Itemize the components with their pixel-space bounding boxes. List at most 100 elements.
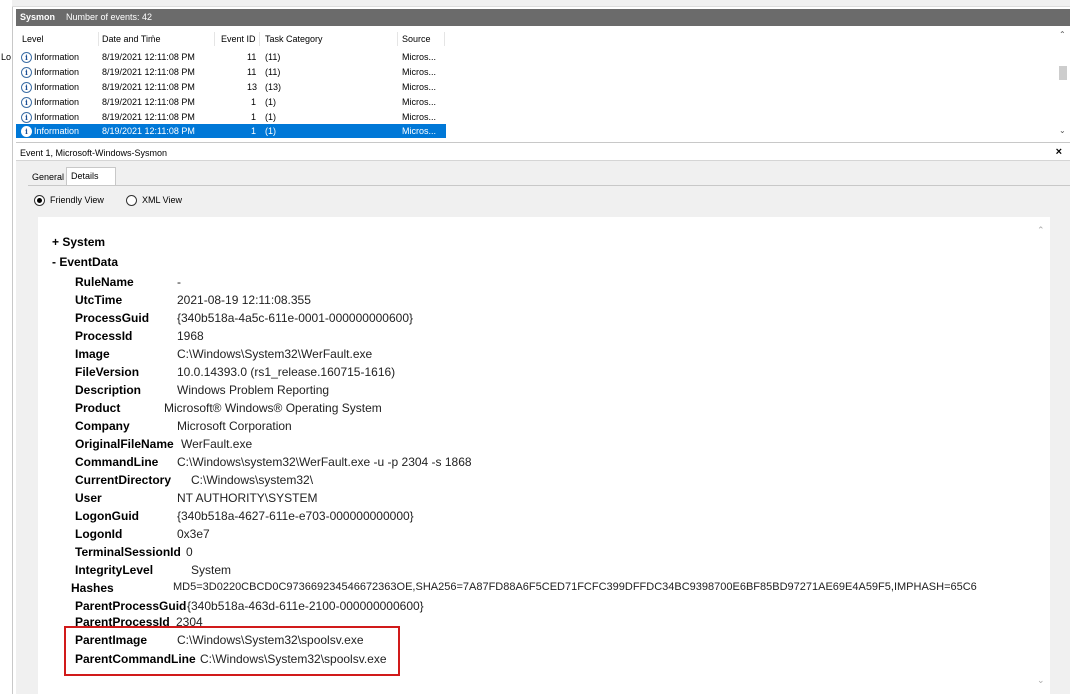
left-navigation-strip: Lo — [0, 0, 13, 694]
field-value: Windows Problem Reporting — [177, 383, 330, 397]
field-name: CurrentDirectory — [75, 473, 172, 487]
event-details-content: + System - EventData RuleName - UtcTime … — [38, 217, 1050, 694]
radio-selected-icon — [34, 195, 45, 207]
field-value: {340b518a-463d-611e-2100-000000000600} — [187, 599, 424, 613]
tab-divider — [28, 185, 1070, 186]
field-value: C:\Windows\system32\WerFault.exe -u -p 2… — [177, 455, 472, 469]
event-task: (1) — [265, 97, 276, 107]
field-value: Microsoft® Windows® Operating System — [164, 401, 382, 415]
field-value: C:\Windows\System32\WerFault.exe — [177, 347, 373, 361]
field-name: Description — [75, 383, 142, 397]
details-scrollbar[interactable]: ⌃ ⌄ — [1034, 217, 1050, 694]
column-separator[interactable] — [98, 32, 99, 46]
event-task: (1) — [265, 112, 276, 122]
parent-process-highlight-box — [64, 626, 400, 676]
event-id: 1 — [251, 112, 257, 122]
field-name: FileVersion — [75, 365, 140, 379]
xml-view-label: XML View — [142, 195, 183, 205]
detail-title: Event 1, Microsoft-Windows-Sysmon — [20, 148, 168, 158]
field-value: 2021-08-19 12:11:08.355 — [177, 293, 311, 307]
column-event-id[interactable]: Event ID — [221, 34, 256, 44]
information-icon: i — [21, 112, 32, 123]
event-list[interactable]: Level Date and Time ^ Event ID Task Cate… — [16, 26, 1070, 143]
event-datetime: 8/19/2021 12:11:08 PM — [102, 67, 195, 77]
top-edge — [12, 0, 1070, 7]
field-name: ProcessId — [75, 329, 133, 343]
column-source[interactable]: Source — [402, 34, 431, 44]
event-level: Information — [34, 67, 80, 77]
close-icon[interactable]: × — [1056, 146, 1062, 158]
event-row[interactable]: i Information 8/19/2021 12:11:08 PM 1 (1… — [16, 110, 446, 124]
system-section-toggle[interactable]: + System — [52, 235, 105, 249]
field-name: CommandLine — [75, 455, 159, 469]
field-name: Hashes — [71, 581, 114, 595]
information-icon: i — [21, 67, 32, 78]
field-value: Microsoft Corporation — [177, 419, 292, 433]
field-name: ParentProcessGuid — [75, 599, 187, 613]
event-datetime: 8/19/2021 12:11:08 PM — [102, 112, 195, 122]
event-id: 11 — [247, 67, 257, 77]
column-separator[interactable] — [259, 32, 260, 46]
tab-details[interactable]: Details — [66, 167, 116, 186]
event-id: 13 — [247, 82, 258, 92]
field-name: LogonGuid — [75, 509, 139, 523]
information-icon: i — [21, 82, 32, 93]
field-value: - — [177, 275, 181, 289]
event-row[interactable]: i Information 8/19/2021 12:11:08 PM 13 (… — [16, 80, 446, 94]
column-separator[interactable] — [214, 32, 215, 46]
field-value: {340b518a-4627-611e-e703-000000000000} — [177, 509, 414, 523]
event-task: (13) — [265, 82, 282, 92]
event-source: Micros... — [402, 52, 437, 62]
field-value: 0x3e7 — [177, 527, 210, 541]
information-icon: i — [21, 52, 32, 63]
event-level: Information — [34, 97, 80, 107]
event-task: (1) — [265, 126, 276, 136]
scroll-up-icon[interactable]: ⌃ — [1037, 225, 1045, 236]
event-source: Micros... — [402, 126, 437, 136]
event-level: Information — [34, 82, 80, 92]
event-source: Micros... — [402, 97, 437, 107]
scroll-down-icon[interactable]: ⌄ — [1059, 126, 1066, 135]
field-name: UtcTime — [75, 293, 123, 307]
friendly-view-radio[interactable]: Friendly View — [34, 195, 104, 207]
field-name: ProcessGuid — [75, 311, 150, 325]
log-name: Sysmon — [20, 12, 56, 22]
eventdata-section-toggle[interactable]: - EventData — [52, 255, 118, 269]
xml-view-radio[interactable]: XML View — [126, 195, 183, 207]
sort-ascending-icon: ^ — [151, 34, 155, 43]
event-row[interactable]: i Information 8/19/2021 12:11:08 PM 11 (… — [16, 65, 446, 79]
event-count: Number of events: 42 — [66, 12, 153, 22]
event-id: 11 — [247, 52, 257, 62]
column-separator[interactable] — [444, 32, 445, 46]
radio-unselected-icon — [126, 195, 137, 207]
information-icon: i — [21, 126, 32, 137]
field-name: Company — [75, 419, 130, 433]
event-datetime: 8/19/2021 12:11:08 PM — [102, 126, 195, 136]
scroll-thumb[interactable] — [1059, 66, 1067, 80]
scroll-up-icon[interactable]: ⌃ — [1059, 30, 1066, 39]
column-task-category[interactable]: Task Category — [265, 34, 323, 44]
event-level: Information — [34, 126, 80, 136]
field-name: TerminalSessionId — [75, 545, 181, 559]
field-value: MD5=3D0220CBCD0C973669234546672363OE,SHA… — [173, 581, 977, 593]
event-task: (11) — [265, 67, 281, 77]
column-separator[interactable] — [397, 32, 398, 46]
event-source: Micros... — [402, 67, 437, 77]
event-source: Micros... — [402, 112, 437, 122]
event-row[interactable]: i Information 8/19/2021 12:11:08 PM 11 (… — [16, 50, 446, 64]
field-value: NT AUTHORITY\SYSTEM — [177, 491, 318, 505]
scroll-down-icon[interactable]: ⌄ — [1037, 675, 1045, 686]
event-row[interactable]: i Information 8/19/2021 12:11:08 PM 1 (1… — [16, 95, 446, 109]
field-name: RuleName — [75, 275, 134, 289]
event-list-scrollbar[interactable]: ⌃ ⌄ — [1056, 26, 1070, 142]
field-name: LogonId — [75, 527, 123, 541]
field-name: Product — [75, 401, 121, 415]
field-value: WerFault.exe — [181, 437, 253, 451]
event-row-selected[interactable]: i Information 8/19/2021 12:11:08 PM 1 (1… — [16, 124, 446, 138]
event-id: 1 — [251, 97, 257, 107]
log-title-bar: Sysmon Number of events: 42 — [16, 9, 1070, 26]
column-level[interactable]: Level — [22, 34, 44, 44]
field-name: OriginalFileName — [75, 437, 174, 451]
event-task: (11) — [265, 52, 281, 62]
event-level: Information — [34, 112, 80, 122]
